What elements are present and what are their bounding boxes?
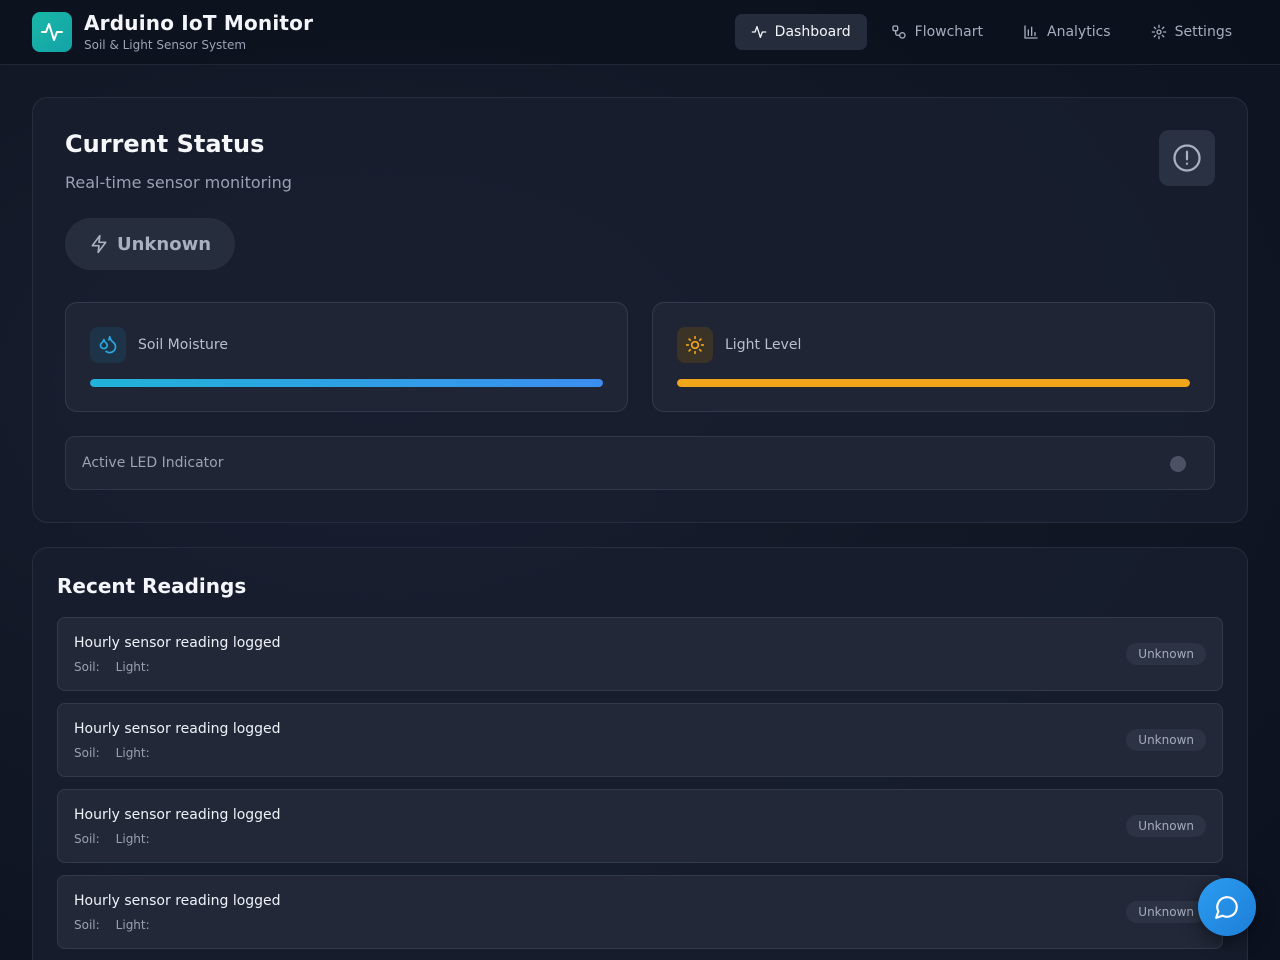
droplets-icon — [99, 335, 117, 354]
status-subtitle: Real-time sensor monitoring — [65, 173, 292, 192]
reading-soil-label: Soil: — [74, 832, 100, 846]
reading-status-badge: Unknown — [1126, 729, 1206, 751]
chat-bubble-icon — [1215, 896, 1238, 919]
reading-light-label: Light: — [115, 660, 150, 674]
app-title: Arduino IoT Monitor — [84, 11, 314, 35]
recent-readings-card: Recent Readings Hourly sensor reading lo… — [32, 547, 1248, 960]
current-status-card: Current Status Real-time sensor monitori… — [32, 97, 1248, 523]
system-state-label: Unknown — [117, 233, 212, 255]
reading-soil-label: Soil: — [74, 746, 100, 760]
light-level-panel: Light Level — [652, 302, 1215, 412]
led-dot — [1170, 456, 1186, 472]
workflow-icon — [891, 25, 906, 39]
gear-icon — [1151, 24, 1166, 40]
led-indicator-label: Active LED Indicator — [82, 455, 224, 471]
activity-icon — [751, 26, 767, 38]
reading-light-label: Light: — [115, 746, 150, 760]
soil-moisture-bar — [90, 379, 603, 387]
readings-title: Recent Readings — [57, 574, 247, 598]
alert-button[interactable] — [1159, 130, 1215, 186]
sun-icon — [685, 335, 705, 355]
reading-meta: Soil: Light: — [74, 832, 150, 846]
soil-moisture-label: Soil Moisture — [138, 337, 228, 353]
reading-soil-label: Soil: — [74, 918, 100, 932]
reading-status-badge: Unknown — [1126, 901, 1206, 923]
active-led-indicator: Active LED Indicator — [65, 436, 1215, 490]
nav-dashboard[interactable]: Dashboard — [734, 14, 867, 50]
reading-title: Hourly sensor reading logged — [74, 893, 281, 909]
reading-meta: Soil: Light: — [74, 746, 150, 760]
nav-analytics-label: Analytics — [1047, 24, 1111, 40]
nav-analytics[interactable]: Analytics — [1007, 14, 1127, 50]
light-level-bar-fill — [677, 379, 1190, 387]
top-header: Arduino IoT Monitor Soil & Light Sensor … — [0, 0, 1280, 65]
lightning-icon — [91, 234, 107, 254]
nav-dashboard-label: Dashboard — [774, 24, 851, 40]
nav-flowchart-label: Flowchart — [914, 24, 983, 40]
nav-settings-label: Settings — [1174, 24, 1232, 40]
light-level-bar — [677, 379, 1190, 387]
nav-settings[interactable]: Settings — [1135, 14, 1248, 50]
reading-meta: Soil: Light: — [74, 918, 150, 932]
reading-row[interactable]: Hourly sensor reading logged Soil: Light… — [57, 875, 1223, 949]
light-level-label: Light Level — [725, 337, 802, 353]
soil-icon-wrap — [90, 327, 126, 363]
light-icon-wrap — [677, 327, 713, 363]
app-logo — [32, 12, 72, 52]
app-subtitle: Soil & Light Sensor System — [84, 38, 247, 52]
reading-light-label: Light: — [115, 918, 150, 932]
reading-status-badge: Unknown — [1126, 815, 1206, 837]
reading-row[interactable]: Hourly sensor reading logged Soil: Light… — [57, 703, 1223, 777]
main-nav: Dashboard Flowchart Analytics Settings — [734, 14, 1248, 50]
alert-circle-icon — [1173, 144, 1201, 172]
reading-title: Hourly sensor reading logged — [74, 807, 281, 823]
bar-chart-icon — [1024, 25, 1038, 39]
nav-flowchart[interactable]: Flowchart — [875, 14, 999, 50]
reading-light-label: Light: — [115, 832, 150, 846]
reading-title: Hourly sensor reading logged — [74, 721, 281, 737]
reading-title: Hourly sensor reading logged — [74, 635, 281, 651]
reading-row[interactable]: Hourly sensor reading logged Soil: Light… — [57, 789, 1223, 863]
soil-moisture-panel: Soil Moisture — [65, 302, 628, 412]
status-title: Current Status — [65, 130, 265, 158]
activity-pulse-icon — [41, 23, 63, 41]
chat-button[interactable] — [1198, 878, 1256, 936]
reading-status-badge: Unknown — [1126, 643, 1206, 665]
reading-meta: Soil: Light: — [74, 660, 150, 674]
reading-soil-label: Soil: — [74, 660, 100, 674]
soil-moisture-bar-fill — [90, 379, 603, 387]
system-state-badge: Unknown — [65, 218, 236, 270]
reading-row[interactable]: Hourly sensor reading logged Soil: Light… — [57, 617, 1223, 691]
